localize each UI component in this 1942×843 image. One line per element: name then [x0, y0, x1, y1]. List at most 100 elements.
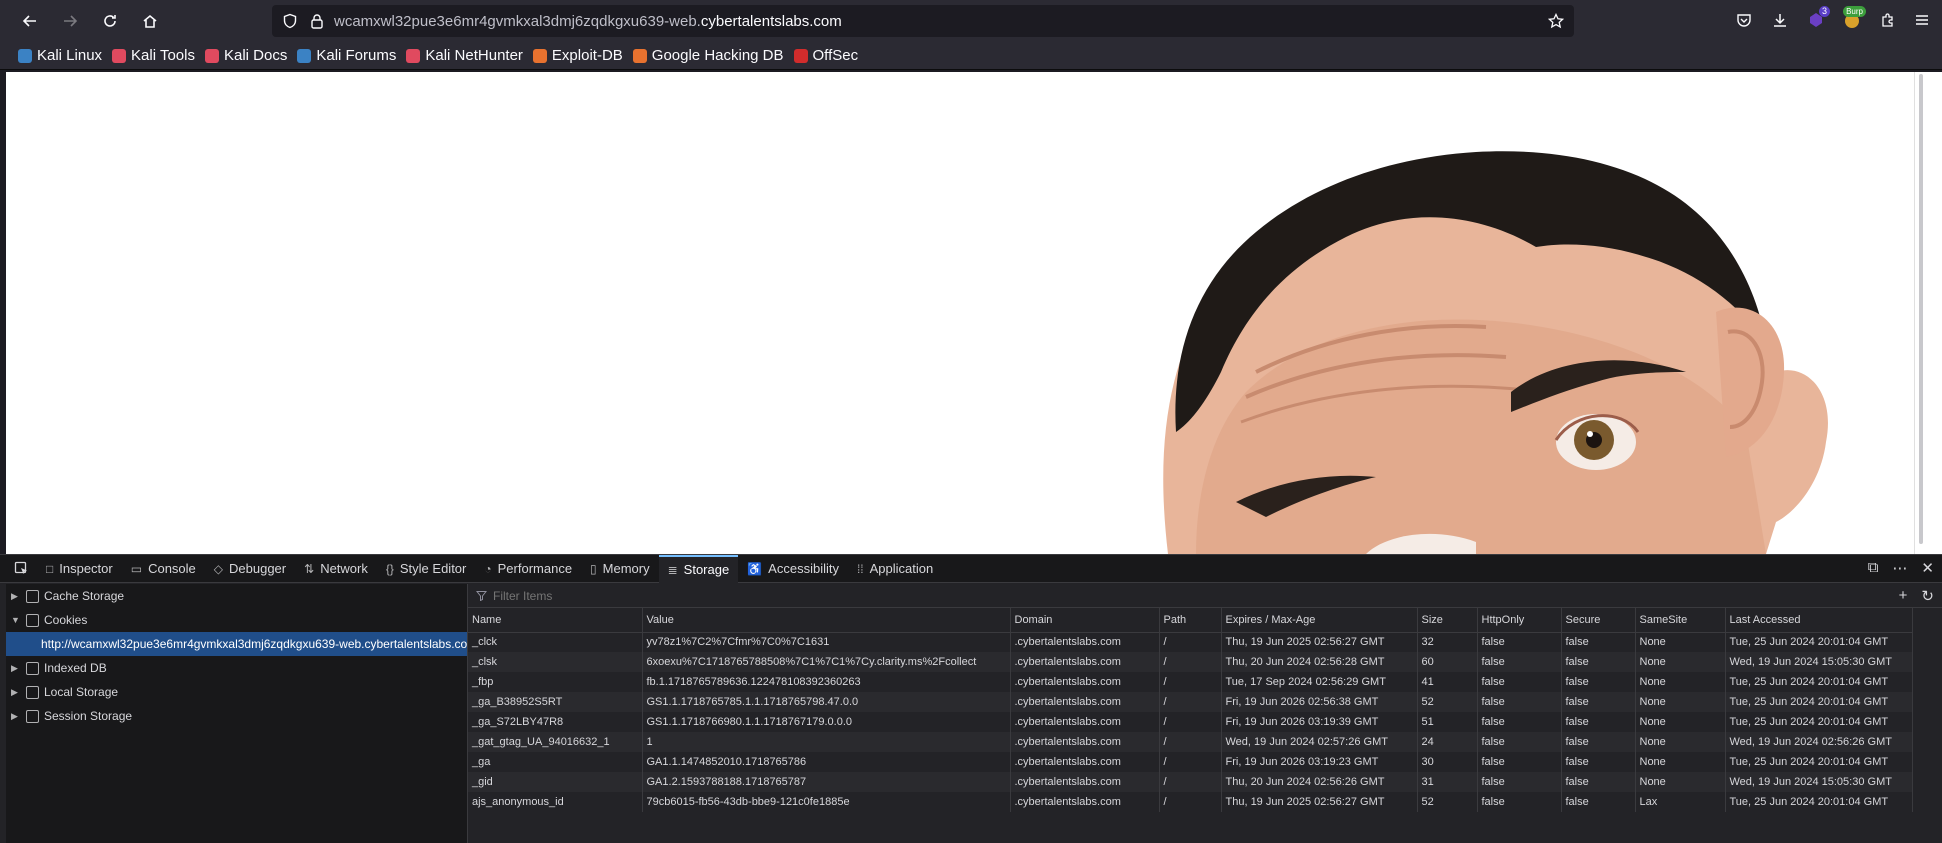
- expand-arrow-icon[interactable]: ▶: [11, 591, 21, 602]
- filter-input[interactable]: [493, 588, 1093, 603]
- column-header[interactable]: Value: [642, 608, 1011, 633]
- bookmark-item[interactable]: Exploit-DB: [532, 47, 623, 64]
- tab-inspector[interactable]: □ Inspector: [37, 555, 122, 583]
- tree-item-cookie-host[interactable]: http://wcamxwl32pue3e6mr4gvmkxal3dmj6zqd…: [6, 632, 477, 656]
- memory-icon: ▯: [590, 561, 597, 576]
- table-row[interactable]: _ga_S72LBY47R8 GS1.1.1718766980.1.1.17187…: [468, 712, 1913, 732]
- tab-label: Storage: [683, 562, 730, 577]
- table-cell: /: [1159, 692, 1222, 712]
- tab-debugger[interactable]: ◇ Debugger: [205, 555, 295, 583]
- dock-icon[interactable]: ⧉: [1868, 559, 1879, 577]
- column-header[interactable]: Size: [1417, 608, 1478, 633]
- shield-icon[interactable]: [282, 13, 298, 29]
- home-button[interactable]: [132, 3, 168, 39]
- tab-style-editor[interactable]: {} Style Editor: [377, 555, 476, 583]
- bookmark-item[interactable]: Kali Docs: [204, 47, 287, 64]
- burp-badge: Burp: [1843, 6, 1866, 17]
- bookmark-star-icon[interactable]: [1548, 13, 1564, 29]
- forward-button[interactable]: [52, 3, 88, 39]
- bookmark-item[interactable]: Google Hacking DB: [632, 47, 784, 64]
- column-header[interactable]: HttpOnly: [1477, 608, 1562, 633]
- extension-button[interactable]: 3: [1802, 6, 1830, 34]
- tree-item-label: Session Storage: [44, 709, 133, 723]
- tab-application[interactable]: ⁞⁞ Application: [848, 555, 942, 583]
- table-row[interactable]: _ga_B38952S5RT GS1.1.1718765785.1.1.17187…: [468, 692, 1913, 712]
- extensions-button[interactable]: [1874, 6, 1902, 34]
- expand-arrow-icon[interactable]: ▶: [11, 711, 21, 722]
- table-cell: Tue, 25 Jun 2024 20:01:04 GMT: [1725, 792, 1913, 812]
- tab-network[interactable]: ⇅ Network: [295, 555, 377, 583]
- column-header[interactable]: Path: [1159, 608, 1222, 633]
- burp-extension-button[interactable]: Burp: [1838, 6, 1866, 34]
- bookmark-item[interactable]: Kali Linux: [18, 47, 102, 64]
- storage-sidebar: ▶ Cache Storage ▼ Cookies http://wcamxwl…: [6, 584, 477, 843]
- bookmark-favicon-icon: [532, 48, 547, 63]
- expand-arrow-icon[interactable]: ▶: [11, 663, 21, 674]
- lock-icon[interactable]: [310, 13, 324, 29]
- table-row[interactable]: _clsk 6xoexu%7C1718765788508%7C1%7C1%7Cy.…: [468, 652, 1913, 672]
- column-header[interactable]: Domain: [1010, 608, 1160, 633]
- tree-item-cache-storage[interactable]: ▶ Cache Storage: [6, 584, 467, 608]
- column-header[interactable]: Last Accessed: [1725, 608, 1913, 633]
- tab-performance[interactable]: ◔ Performance: [475, 555, 581, 583]
- tree-item-indexed-db[interactable]: ▶ Indexed DB: [6, 656, 467, 680]
- column-header[interactable]: Secure: [1561, 608, 1636, 633]
- page-scroll-thumb[interactable]: [1919, 74, 1923, 544]
- table-cell: GA1.1.1474852010.1718765786: [642, 752, 1011, 772]
- filter-bar: + ↻: [468, 584, 1942, 608]
- table-row[interactable]: ajs_anonymous_id 79cb6015-fb56-43db-bbe9-…: [468, 792, 1913, 812]
- bookmark-item[interactable]: OffSec: [793, 47, 858, 64]
- tab-console[interactable]: ▭ Console: [122, 555, 205, 583]
- bookmark-item[interactable]: Kali NetHunter: [406, 47, 523, 64]
- tree-item-local-storage[interactable]: ▶ Local Storage: [6, 680, 467, 704]
- collapse-arrow-icon[interactable]: ▼: [11, 615, 21, 625]
- bookmark-label: Google Hacking DB: [651, 47, 784, 64]
- table-cell: GS1.1.1718766980.1.1.1718767179.0.0.0: [642, 712, 1011, 732]
- devtools-panel: □ Inspector ▭ Console ◇ Debugger ⇅ Network {} Sty…: [0, 554, 1942, 843]
- table-row[interactable]: _gat_gtag_UA_94016632_1 1 .cybertalentslab…: [468, 732, 1913, 752]
- tree-item-session-storage[interactable]: ▶ Session Storage: [6, 704, 467, 728]
- close-icon[interactable]: ✕: [1921, 559, 1934, 577]
- table-cell: _ga_S72LBY47R8: [468, 712, 643, 732]
- downloads-button[interactable]: [1766, 6, 1794, 34]
- table-cell: 6xoexu%7C1718765788508%7C1%7C1%7Cy.clari…: [642, 652, 1011, 672]
- bookmark-item[interactable]: Kali Tools: [112, 47, 195, 64]
- refresh-icon[interactable]: ↻: [1921, 587, 1934, 605]
- table-cell: 52: [1417, 792, 1478, 812]
- expand-arrow-icon[interactable]: ▶: [11, 687, 21, 698]
- table-cell: None: [1635, 712, 1726, 732]
- back-button[interactable]: [12, 3, 48, 39]
- table-cell: false: [1561, 712, 1636, 732]
- table-row[interactable]: _ga GA1.1.1474852010.1718765786 .cybertale…: [468, 752, 1913, 772]
- bookmark-item[interactable]: Kali Forums: [297, 47, 396, 64]
- reload-button[interactable]: [92, 3, 128, 39]
- table-cell: false: [1477, 752, 1562, 772]
- url-text[interactable]: wcamxwl32pue3e6mr4gvmkxal3dmj6zqdkgxu639…: [334, 13, 842, 30]
- tab-storage[interactable]: ≣ Storage: [658, 554, 739, 583]
- puzzle-icon: [1882, 13, 1893, 27]
- table-cell: /: [1159, 632, 1222, 652]
- table-row[interactable]: _clck yv78z1%7C2%7Cfmr%7C0%7C1631 .cyberta…: [468, 632, 1913, 652]
- tab-label: Console: [148, 561, 196, 576]
- reload-icon: [104, 15, 116, 27]
- table-cell: .cybertalentslabs.com: [1010, 632, 1160, 652]
- tree-item-cookies[interactable]: ▼ Cookies: [6, 608, 467, 632]
- element-picker-button[interactable]: [0, 555, 37, 583]
- column-header[interactable]: SameSite: [1635, 608, 1726, 633]
- url-bar[interactable]: wcamxwl32pue3e6mr4gvmkxal3dmj6zqdkgxu639…: [272, 5, 1574, 37]
- menu-button[interactable]: [1908, 6, 1936, 34]
- table-row[interactable]: _gid GA1.2.1593788188.1718765787 .cybertal…: [468, 772, 1913, 792]
- table-cell: .cybertalentslabs.com: [1010, 672, 1160, 692]
- more-options-icon[interactable]: ⋯: [1892, 559, 1907, 577]
- table-cell: false: [1477, 732, 1562, 752]
- tab-accessibility[interactable]: ♿ Accessibility: [738, 555, 848, 583]
- tab-memory[interactable]: ▯ Memory: [581, 555, 659, 583]
- column-header[interactable]: Expires / Max-Age: [1221, 608, 1418, 633]
- column-header[interactable]: Name: [468, 608, 643, 633]
- add-item-icon[interactable]: +: [1899, 587, 1908, 605]
- storage-icon: ≣: [667, 562, 678, 577]
- arrow-left-icon: [22, 15, 36, 27]
- table-cell: false: [1477, 652, 1562, 672]
- table-row[interactable]: _fbp fb.1.1718765789636.12247810839236026…: [468, 672, 1913, 692]
- pocket-button[interactable]: [1730, 6, 1758, 34]
